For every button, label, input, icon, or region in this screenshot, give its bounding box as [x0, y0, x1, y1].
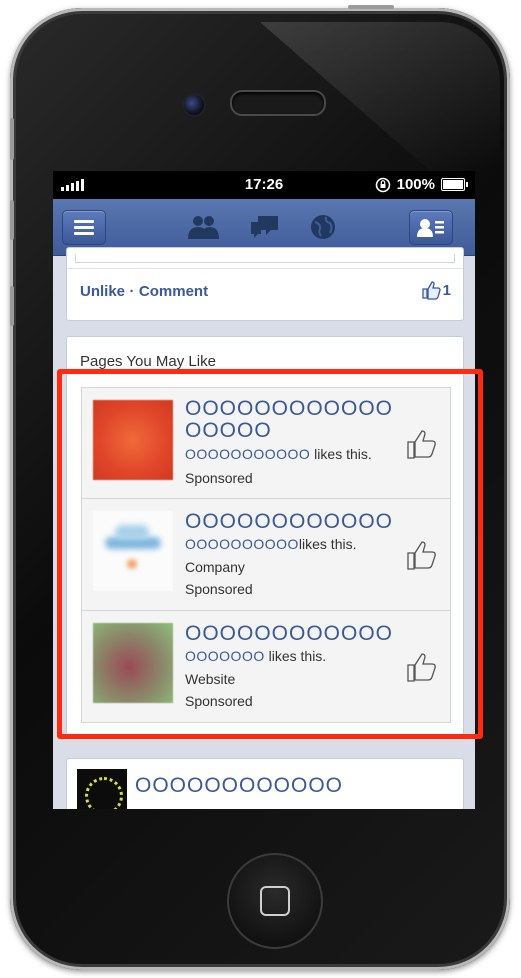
earpiece-speaker [230, 90, 326, 116]
action-separator: · [129, 283, 135, 300]
contact-card-icon [417, 219, 444, 237]
power-button [348, 5, 394, 9]
like-thumb-icon [422, 281, 441, 300]
home-button[interactable] [227, 853, 323, 949]
orientation-lock-icon [375, 177, 390, 192]
mute-switch [10, 118, 14, 160]
next-post-card: OOOOOOOOOOOO [66, 758, 464, 809]
volume-down-button [10, 286, 14, 326]
status-bar: 17:26 100% [53, 171, 475, 199]
like-count: 1 [442, 281, 451, 299]
previous-post-card: Unlike · Comment 1 [66, 247, 464, 321]
comment-link[interactable]: Comment [139, 283, 208, 300]
menu-icon [74, 220, 94, 235]
unlike-link[interactable]: Unlike [80, 283, 125, 300]
highlight-box [57, 369, 483, 739]
friends-sidebar-button[interactable] [409, 210, 453, 245]
home-square-icon [260, 886, 290, 916]
volume-up-button [10, 200, 14, 240]
notifications-globe-icon[interactable] [309, 213, 337, 241]
post-author-name[interactable]: OOOOOOOOOOOO [135, 775, 343, 797]
friend-requests-icon[interactable] [185, 213, 221, 241]
section-title: Pages You May Like [80, 353, 216, 370]
menu-button[interactable] [62, 210, 106, 245]
post-avatar[interactable] [77, 769, 127, 809]
battery-icon [441, 178, 468, 191]
like-counter[interactable]: 1 [421, 280, 451, 300]
post-content-edge [75, 254, 455, 263]
battery-percent: 100% [396, 176, 435, 193]
messages-icon[interactable] [248, 213, 282, 241]
front-camera [182, 93, 206, 117]
